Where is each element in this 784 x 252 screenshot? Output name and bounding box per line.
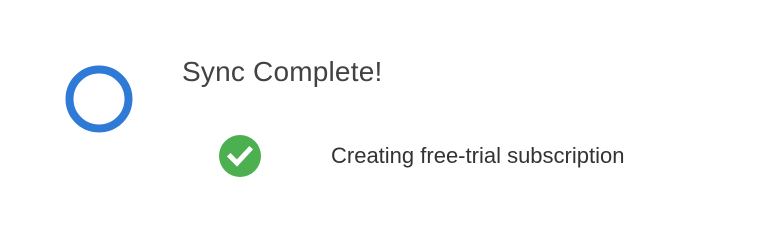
sync-title: Sync Complete! [182,56,383,87]
progress-ring-icon [64,64,134,134]
sync-status-panel: Sync Complete! Creating free-trial subsc… [0,0,784,252]
sync-step-row: Creating free-trial subscription [218,133,738,179]
sync-step-label: Creating free-trial subscription [331,143,625,168]
check-circle-icon [218,134,262,178]
